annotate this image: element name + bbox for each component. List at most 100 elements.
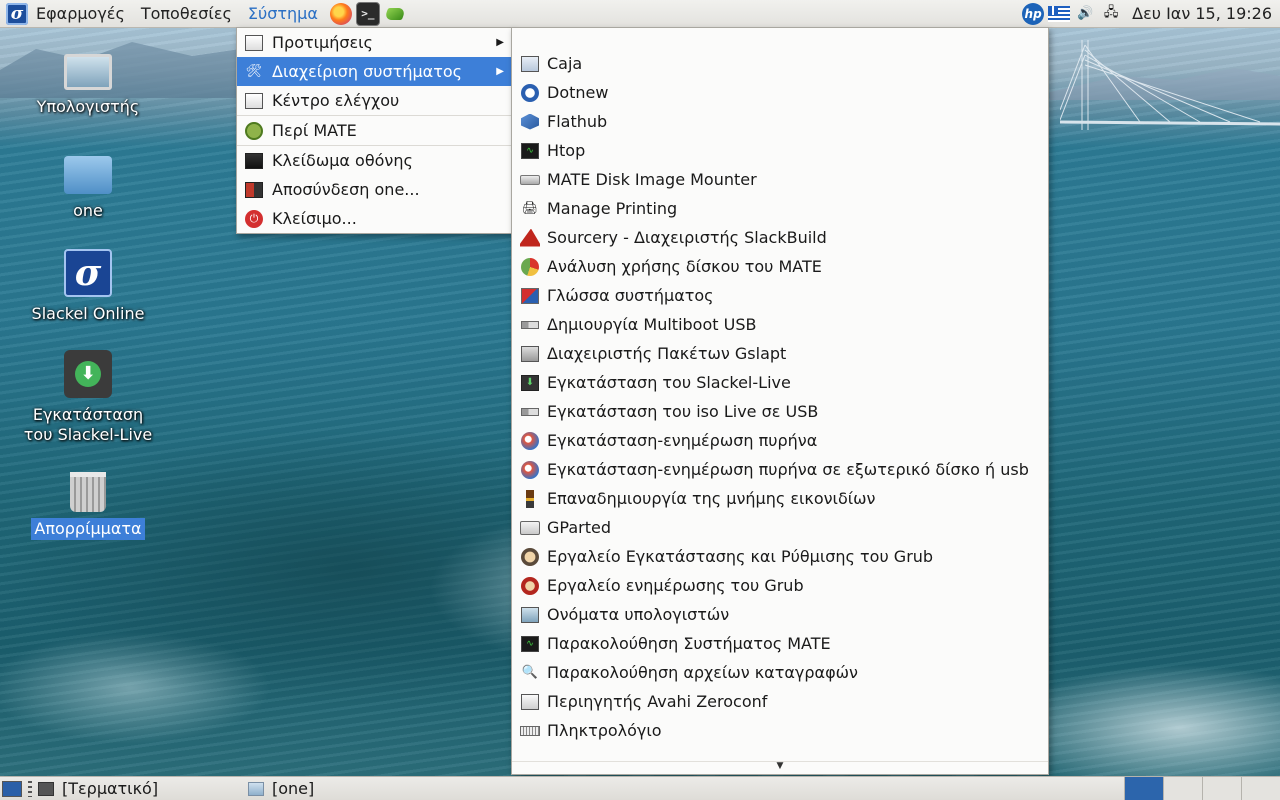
desktop-icon-computer[interactable]: Υπολογιστής [18,50,158,118]
network-icon[interactable]: 🖧 [1100,3,1122,25]
menu-item-label: GParted [547,518,611,537]
menu-item-label: Περιηγητής Avahi Zeroconf [547,692,768,711]
menu-system[interactable]: Σύστημα [240,0,326,28]
terminal-icon[interactable]: >_ [355,1,380,26]
menu-item-label: Προτιμήσεις [272,33,373,52]
kernel-icon [519,431,541,451]
show-desktop-icon[interactable] [2,780,22,797]
top-panel: σ Εφαρμογές Τοποθεσίες Σύστημα >_ hp 🔊 🖧… [0,0,1280,28]
menu-item-disk-image-mounter[interactable]: MATE Disk Image Mounter [512,165,1048,194]
home-folder-icon [64,156,112,194]
menu-item-label: Caja [547,54,583,73]
control-center-icon [243,91,265,111]
menu-item-label: Περί MATE [272,121,357,140]
hp-icon[interactable]: hp [1022,2,1045,25]
menu-item-grub-setup[interactable]: Εργαλείο Εγκατάστασης και Ρύθμισης του G… [512,542,1048,571]
desktop-icon-trash[interactable]: Απορρίμματα [18,472,158,540]
menu-item-multiboot-usb[interactable]: Δημιουργία Multiboot USB [512,310,1048,339]
menu-item-administration[interactable]: 🛠 Διαχείριση συστήματος ▶ [237,57,512,86]
menu-item-system-language[interactable]: Γλώσσα συστήματος [512,281,1048,310]
flathub-icon [519,112,541,132]
menu-item-label: Sourcery - Διαχειριστής SlackBuild [547,228,827,247]
menu-item-label: Διαχειριστής Πακέτων Gslapt [547,344,787,363]
desktop-icon-slackel-online[interactable]: σ Slackel Online [18,249,158,325]
usb-icon [519,315,541,335]
menu-item-caja[interactable]: Caja [512,49,1048,78]
menu-item-gparted[interactable]: GParted [512,513,1048,542]
menu-item-label: Κλείσιμο... [272,209,357,228]
menu-item-label: Εγκατάσταση του iso Live σε USB [547,402,819,421]
desktop-icon-label: Απορρίμματα [31,518,145,540]
taskbar-item-label: [one] [272,779,315,798]
menu-item-label: Γλώσσα συστήματος [547,286,714,305]
menu-item-logout[interactable]: Αποσύνδεση one... [237,175,512,204]
slackel-logo-icon[interactable]: σ [6,2,28,25]
install-icon: ⬇ [64,350,112,398]
menu-item-avahi-browser[interactable]: Περιηγητής Avahi Zeroconf [512,687,1048,716]
menu-item-label: Κλείδωμα οθόνης [272,151,413,170]
menu-item-label: Εργαλείο Εγκατάστασης και Ρύθμισης του G… [547,547,934,566]
menu-item-shutdown[interactable]: ⏻ Κλείσιμο... [237,204,512,233]
desktop-icon-label: Εγκατάσταση του Slackel-Live [23,405,153,444]
menu-item-install-slackel-live[interactable]: ⬇ Εγκατάσταση του Slackel-Live [512,368,1048,397]
system-tray: hp 🔊 🖧 Δευ Ιαν 15, 19:26 [1022,0,1280,28]
menu-scroll-down-arrow-icon[interactable]: ▼ [512,761,1048,774]
menu-item-hostnames[interactable]: Ονόματα υπολογιστών [512,600,1048,629]
leaf-icon[interactable] [383,3,407,25]
volume-icon[interactable]: 🔊 [1074,3,1096,25]
firefox-icon[interactable] [329,2,352,25]
panel-grip-icon[interactable] [28,780,32,797]
menu-item-manage-printing[interactable]: 🖨 Manage Printing [512,194,1048,223]
menu-item-label: Παρακολούθηση αρχείων καταγραφών [547,663,858,682]
desktop-icon-label: Slackel Online [31,304,145,323]
menu-item-label: Ανάλυση χρήσης δίσκου του MATE [547,257,822,276]
htop-icon: ∿ [519,141,541,161]
menu-item-label: Flathub [547,112,608,131]
menu-places[interactable]: Τοποθεσίες [133,0,240,28]
menu-applications[interactable]: Εφαρμογές [28,0,133,28]
menu-item-lock-screen[interactable]: Κλείδωμα οθόνης [237,146,512,175]
workspace-3[interactable] [1202,777,1241,800]
wallpaper-bridge [1060,40,1280,130]
menu-item-flathub[interactable]: Flathub [512,107,1048,136]
menu-item-iso-to-usb[interactable]: Εγκατάσταση του iso Live σε USB [512,397,1048,426]
workspace-4[interactable] [1241,777,1280,800]
log-viewer-icon: 🔍 [521,665,539,680]
menu-item-sourcery[interactable]: Sourcery - Διαχειριστής SlackBuild [512,223,1048,252]
menu-item-label: Εγκατάσταση-ενημέρωση πυρήνα σε εξωτερικ… [547,460,1029,479]
taskbar-item-terminal[interactable]: [Τερματικό] [38,779,248,798]
administration-submenu: Caja Dotnew Flathub ∿ Htop MATE Disk Ima… [511,27,1049,775]
menu-item-keyboard[interactable]: Πληκτρολόγιο [512,716,1048,745]
taskbar-item-folder[interactable]: [one] [248,779,314,798]
workspace-2[interactable] [1163,777,1202,800]
menu-item-rebuild-icon-cache[interactable]: Επαναδημιουργία της μνήμης εικονιδίων [512,484,1048,513]
menu-item-log-viewer[interactable]: 🔍 Παρακολούθηση αρχείων καταγραφών [512,658,1048,687]
kernel-icon [519,460,541,480]
menu-item-kernel-update[interactable]: Εγκατάσταση-ενημέρωση πυρήνα [512,426,1048,455]
menu-item-kernel-update-external[interactable]: Εγκατάσταση-ενημέρωση πυρήνα σε εξωτερικ… [512,455,1048,484]
desktop-icon-label: one [73,201,103,220]
submenu-arrow-icon: ▶ [496,66,504,77]
menu-item-control-center[interactable]: Κέντρο ελέγχου [237,86,512,115]
terminal-icon [38,781,54,796]
menu-item-dotnew[interactable]: Dotnew [512,78,1048,107]
menu-item-label: Dotnew [547,83,609,102]
menu-item-system-monitor[interactable]: ∿ Παρακολούθηση Συστήματος MATE [512,629,1048,658]
desktop-icon-home[interactable]: one [18,150,158,222]
menu-item-about-mate[interactable]: Περί MATE [237,116,512,145]
disk-mounter-icon [519,170,541,190]
menu-item-preferences[interactable]: Προτιμήσεις ▶ [237,28,512,57]
trash-icon [70,472,106,512]
menu-item-htop[interactable]: ∿ Htop [512,136,1048,165]
clock[interactable]: Δευ Ιαν 15, 19:26 [1126,4,1280,23]
menu-item-disk-usage[interactable]: Ανάλυση χρήσης δίσκου του MATE [512,252,1048,281]
greek-flag-icon[interactable] [1048,3,1071,25]
grub-update-icon [519,576,541,596]
submenu-arrow-icon: ▶ [496,37,504,48]
menu-item-gslapt[interactable]: Διαχειριστής Πακέτων Gslapt [512,339,1048,368]
computer-icon [64,54,112,90]
workspace-1[interactable] [1124,777,1163,800]
menu-item-label: Εργαλείο ενημέρωσης του Grub [547,576,804,595]
desktop-icon-install[interactable]: ⬇ Εγκατάσταση του Slackel-Live [18,350,158,446]
menu-item-grub-update[interactable]: Εργαλείο ενημέρωσης του Grub [512,571,1048,600]
